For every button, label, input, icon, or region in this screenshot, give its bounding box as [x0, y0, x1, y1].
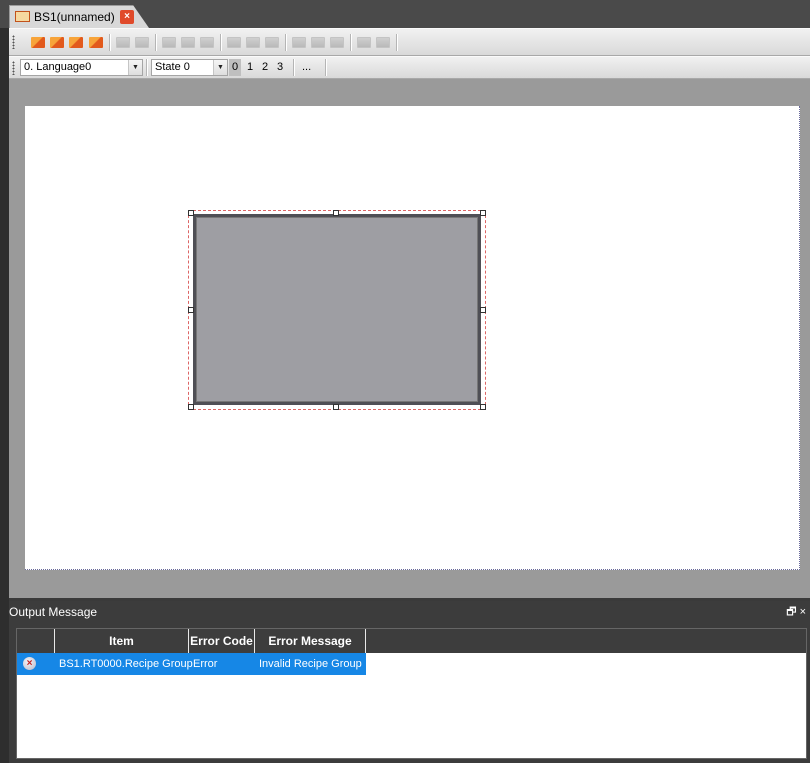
output-message-panel: Output Message 🗗 × Item Error Code Error… [9, 601, 810, 763]
resize-handle-ne[interactable] [480, 210, 486, 216]
state-button-1[interactable]: 1 [247, 61, 253, 73]
toolbar-separator [155, 34, 157, 51]
bring-forward-icon[interactable] [31, 37, 45, 48]
state-button-3[interactable]: 3 [277, 61, 283, 73]
cell-error-message: Invalid Recipe Group [259, 658, 362, 670]
language-state-toolbar: 0. Language0 ▼ State 0 ▼ 0 1 2 3 ... [9, 56, 810, 79]
resize-handle-s[interactable] [333, 404, 339, 410]
resize-handle-sw[interactable] [188, 404, 194, 410]
resize-handle-w[interactable] [188, 307, 194, 313]
same-size-icon[interactable] [330, 37, 344, 48]
state-button-0[interactable]: 0 [229, 59, 242, 76]
grid-header: Item Error Code Error Message [17, 629, 806, 653]
error-icon: × [23, 657, 36, 670]
align-top-icon[interactable] [227, 37, 241, 48]
left-frame-border [0, 0, 9, 763]
toolbar-separator [285, 34, 287, 51]
unlock-icon[interactable] [376, 37, 390, 48]
toolbar-separator [220, 34, 222, 51]
align-right-icon[interactable] [200, 37, 214, 48]
close-icon[interactable]: × [120, 10, 134, 24]
toolbar-separator [325, 59, 327, 76]
screen-doc-icon [15, 11, 30, 22]
cell-error-code: Error [193, 658, 218, 670]
bring-to-front-icon[interactable] [50, 37, 64, 48]
toolbar-grip[interactable] [12, 61, 15, 75]
distribute-horizontal-icon[interactable] [292, 37, 306, 48]
tab-bs1[interactable]: BS1(unnamed) × [9, 5, 149, 28]
table-row[interactable]: × BS1.RT0000.Recipe Group Error Invalid … [17, 653, 366, 675]
send-to-back-icon[interactable] [89, 37, 103, 48]
layout-toolbar [9, 28, 810, 56]
header-error-code[interactable]: Error Code [189, 629, 255, 653]
more-states-button[interactable]: ... [302, 61, 311, 73]
group-icon[interactable] [116, 37, 130, 48]
header-icon-column[interactable] [17, 629, 55, 653]
toolbar-grip[interactable] [12, 35, 15, 49]
header-error-message[interactable]: Error Message [255, 629, 366, 653]
resize-handle-se[interactable] [480, 404, 486, 410]
cell-item: BS1.RT0000.Recipe Group [59, 658, 193, 670]
output-grid: Item Error Code Error Message × BS1.RT00… [16, 628, 807, 759]
align-left-icon[interactable] [162, 37, 176, 48]
panel-title: Output Message [9, 605, 98, 619]
resize-handle-e[interactable] [480, 307, 486, 313]
header-item[interactable]: Item [55, 629, 189, 653]
align-middle-icon[interactable] [246, 37, 260, 48]
lock-icon[interactable] [357, 37, 371, 48]
align-bottom-icon[interactable] [265, 37, 279, 48]
toolbar-separator [109, 34, 111, 51]
tab-label: BS1(unnamed) [34, 10, 115, 24]
chevron-down-icon[interactable]: ▼ [128, 60, 142, 75]
recipe-object-rectangle[interactable] [193, 214, 481, 405]
send-backward-icon[interactable] [69, 37, 83, 48]
panel-float-close-icon[interactable]: 🗗 × [786, 603, 806, 622]
state-button-2[interactable]: 2 [262, 61, 268, 73]
toolbar-separator [350, 34, 352, 51]
toolbar-separator [293, 59, 295, 76]
language-select[interactable]: 0. Language0 ▼ [20, 59, 143, 76]
distribute-vertical-icon[interactable] [311, 37, 325, 48]
toolbar-separator [146, 59, 148, 76]
language-select-value: 0. Language0 [24, 61, 92, 73]
resize-handle-n[interactable] [333, 210, 339, 216]
align-center-icon[interactable] [181, 37, 195, 48]
resize-handle-nw[interactable] [188, 210, 194, 216]
document-tab-strip: BS1(unnamed) × [0, 0, 810, 28]
state-select[interactable]: State 0 ▼ [151, 59, 228, 76]
chevron-down-icon[interactable]: ▼ [213, 60, 227, 75]
ungroup-icon[interactable] [135, 37, 149, 48]
toolbar-separator [396, 34, 398, 51]
state-select-value: State 0 [155, 61, 190, 73]
